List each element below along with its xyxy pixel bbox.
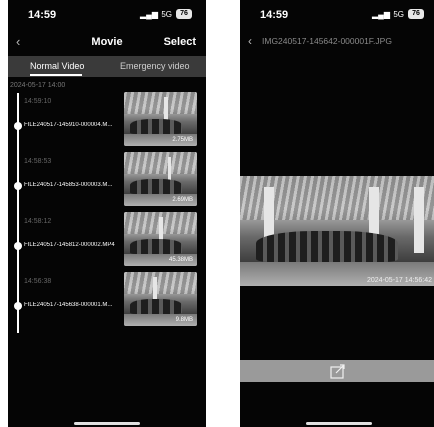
video-thumbnail[interactable]: 2.75MB xyxy=(124,92,197,146)
select-button[interactable]: Select xyxy=(164,36,196,48)
battery-icon: 76 xyxy=(176,9,192,19)
timeline-dot xyxy=(14,302,22,310)
video-tabs: Normal Video Emergency video xyxy=(8,56,206,77)
photo-viewer-screen: 14:59 ▂▄▆ 5G 76 ‹ IMG240517-145642-00000… xyxy=(240,0,434,427)
video-thumbnail[interactable]: 45.38MB xyxy=(124,212,197,266)
video-thumbnail[interactable]: 2.69MB xyxy=(124,152,197,206)
file-size: 2.75MB xyxy=(172,137,193,143)
clip-filename: FILE240517-145812-000002.MP4 xyxy=(24,242,115,248)
timeline-dot xyxy=(14,182,22,190)
clip-filename: FILE240517-145910-000004.M... xyxy=(24,122,113,128)
active-tab-indicator xyxy=(30,74,82,76)
clip-filename: FILE240517-145853-000003.M... xyxy=(24,182,113,188)
nav-bar: ‹ Movie Select xyxy=(8,34,206,54)
file-size: 45.38MB xyxy=(168,257,193,263)
status-bar: 14:59 ▂▄▆ 5G 76 xyxy=(8,0,206,30)
status-time: 14:59 xyxy=(28,9,57,21)
action-bar xyxy=(240,360,434,382)
clip-time: 14:58:12 xyxy=(24,218,52,225)
home-indicator[interactable] xyxy=(306,422,372,425)
clip-time: 14:58:53 xyxy=(24,158,52,165)
status-time: 14:59 xyxy=(260,9,289,21)
home-indicator[interactable] xyxy=(74,422,140,425)
photo-timestamp: 2024-05-17 14:56:42 xyxy=(367,277,432,284)
network-label: 5G xyxy=(161,10,172,19)
clip-time: 14:56:38 xyxy=(24,278,52,285)
chevron-left-icon[interactable]: ‹ xyxy=(248,34,252,48)
video-thumbnail[interactable]: 9.8MB xyxy=(124,272,197,326)
file-title: IMG240517-145642-000001F.JPG xyxy=(262,36,392,46)
list-item[interactable]: 14:56:38 FILE240517-145638-000001.M... 9… xyxy=(8,272,206,334)
network-label: 5G xyxy=(393,10,404,19)
date-group-header: 2024-05-17 14:00 xyxy=(10,82,66,89)
share-icon[interactable] xyxy=(329,363,347,379)
file-size: 9.8MB xyxy=(175,317,193,323)
movie-list-screen: 14:59 ▂▄▆ 5G 76 ‹ Movie Select Normal Vi… xyxy=(8,0,206,427)
file-size: 2.69MB xyxy=(172,197,193,203)
timeline-dot xyxy=(14,122,22,130)
photo-preview[interactable]: 2024-05-17 14:56:42 xyxy=(240,176,434,286)
clip-filename: FILE240517-145638-000001.M... xyxy=(24,302,113,308)
clip-time: 14:59:10 xyxy=(24,98,52,105)
battery-icon: 76 xyxy=(408,9,424,19)
signal-icon: ▂▄▆ xyxy=(372,10,390,19)
tab-emergency-video[interactable]: Emergency video xyxy=(120,61,190,71)
list-item[interactable]: 14:58:12 FILE240517-145812-000002.MP4 45… xyxy=(8,212,206,274)
list-item[interactable]: 14:59:10 FILE240517-145910-000004.M... 2… xyxy=(8,92,206,154)
signal-icon: ▂▄▆ xyxy=(140,10,158,19)
status-bar: 14:59 ▂▄▆ 5G 76 xyxy=(240,0,434,30)
list-item[interactable]: 14:58:53 FILE240517-145853-000003.M... 2… xyxy=(8,152,206,214)
tab-normal-video[interactable]: Normal Video xyxy=(30,61,84,71)
timeline-dot xyxy=(14,242,22,250)
